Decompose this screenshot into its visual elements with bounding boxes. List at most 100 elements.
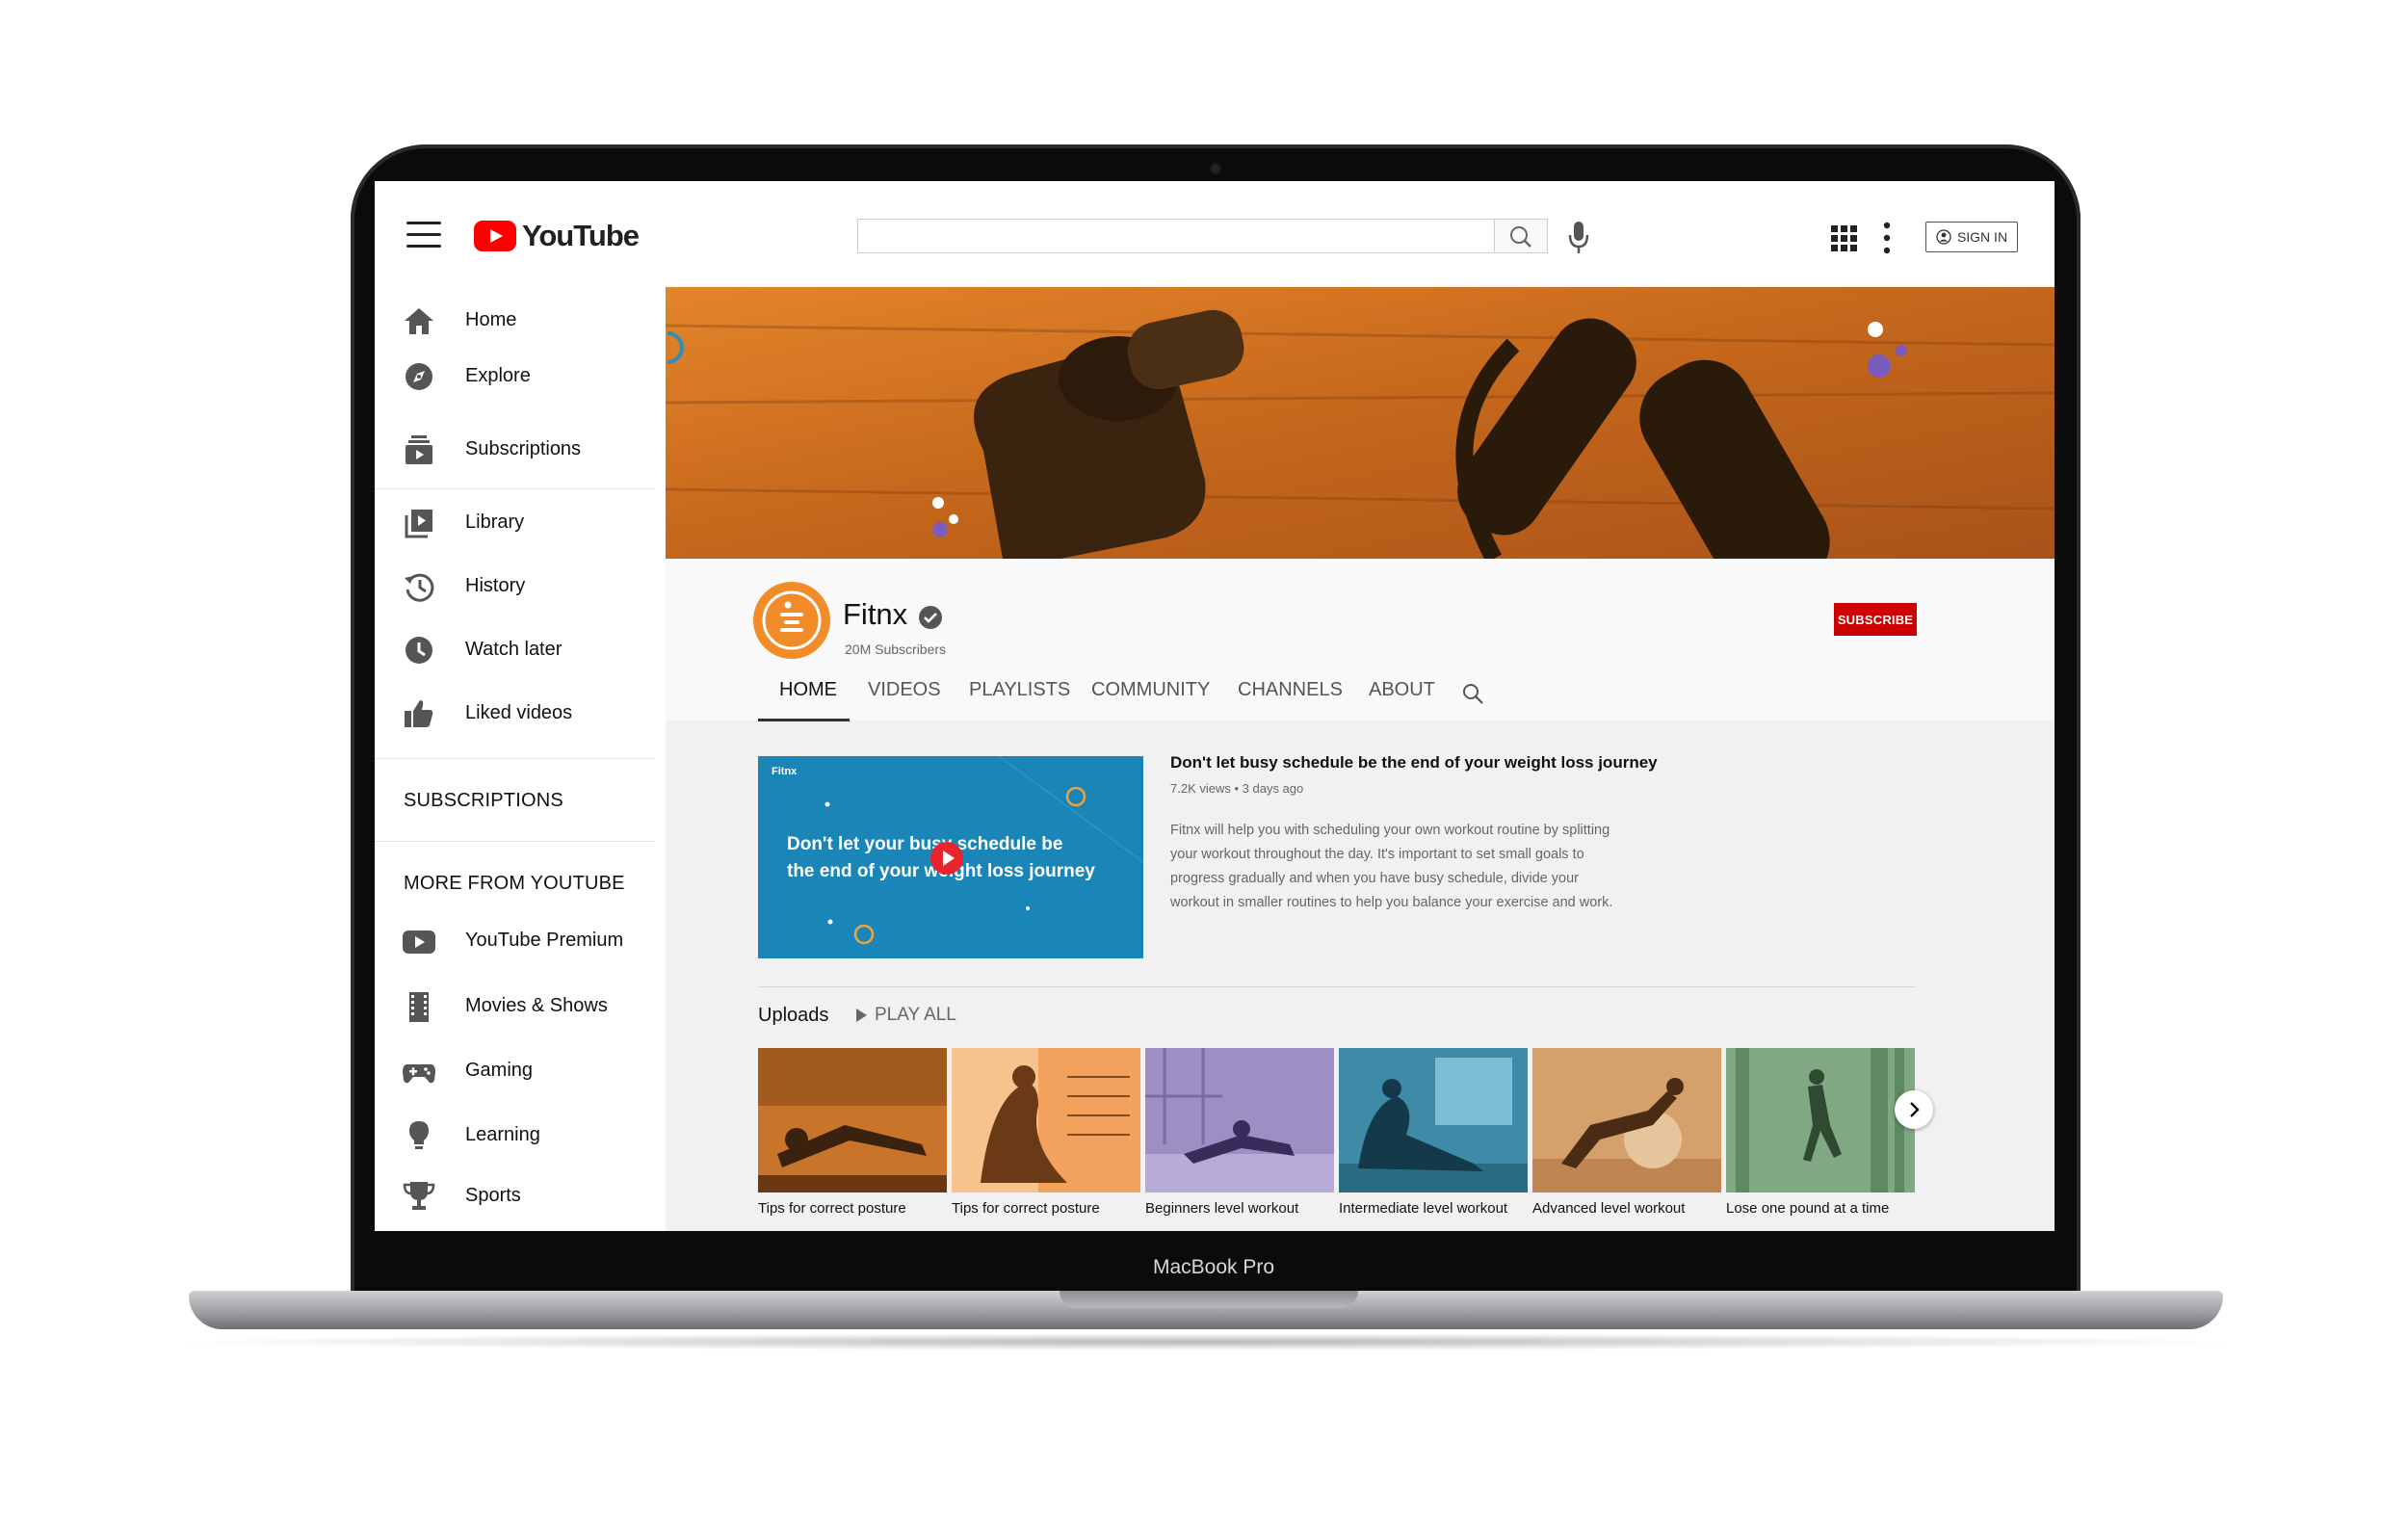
- sidebar-item-label: Subscriptions: [465, 438, 582, 459]
- video-title: Tips for correct posture: [758, 1200, 906, 1217]
- microphone-icon[interactable]: [1566, 220, 1591, 256]
- channel-banner: [666, 287, 2055, 559]
- sidebar-item-label: Watch later: [465, 639, 563, 660]
- compass-icon: [406, 363, 432, 390]
- tab-home[interactable]: HOME: [779, 679, 837, 701]
- youtube-logo[interactable]: YouTube: [474, 218, 640, 254]
- video-thumbnail: [952, 1048, 1140, 1192]
- video-card[interactable]: Beginners level workout: [1145, 1048, 1334, 1221]
- video-card[interactable]: Tips for correct posture: [758, 1048, 947, 1221]
- sidebar-item-subscriptions[interactable]: Subscriptions: [375, 424, 666, 476]
- history-icon: [405, 573, 434, 602]
- video-thumbnail: [758, 1048, 947, 1192]
- webcam: [1211, 164, 1220, 173]
- sidebar-item-label: Library: [465, 511, 525, 533]
- sidebar-item-label: Sports: [465, 1185, 521, 1206]
- carousel-next-button[interactable]: [1895, 1090, 1933, 1129]
- play-all-button[interactable]: PLAY ALL: [856, 1005, 956, 1026]
- play-icon: [856, 1009, 867, 1022]
- sidebar: Home Explore Subscriptions Library Histo…: [375, 287, 666, 1231]
- trophy-icon: [403, 1182, 435, 1210]
- laptop-shadow: [164, 1333, 2248, 1350]
- sign-in-label: SIGN IN: [1956, 229, 2008, 245]
- video-card[interactable]: Intermediate level workout: [1339, 1048, 1528, 1221]
- featured-video-description: Fitnx will help you with scheduling your…: [1170, 823, 1613, 910]
- sidebar-item-library[interactable]: Library: [375, 497, 666, 549]
- sidebar-item-movies-shows[interactable]: Movies & Shows: [375, 981, 666, 1033]
- clock-icon: [406, 637, 432, 664]
- video-thumbnail: [1145, 1048, 1334, 1192]
- tab-playlists[interactable]: PLAYLISTS: [969, 679, 1070, 701]
- masthead: YouTube SIGN IN: [375, 181, 2055, 287]
- sidebar-item-youtube-premium[interactable]: YouTube Premium: [375, 915, 666, 967]
- video-card[interactable]: Lose one pound at a time: [1726, 1048, 1915, 1221]
- laptop-base-notch: [1060, 1291, 1358, 1308]
- sidebar-item-label: Home: [465, 309, 517, 330]
- video-title: Intermediate level workout: [1339, 1200, 1508, 1217]
- more-from-youtube-title: MORE FROM YOUTUBE: [404, 873, 625, 894]
- logo-text: YouTube: [522, 219, 640, 252]
- sidebar-divider: [375, 841, 654, 842]
- channel-avatar[interactable]: [753, 582, 830, 659]
- library-icon: [405, 510, 432, 538]
- sidebar-item-label: Explore: [465, 365, 531, 386]
- tab-community[interactable]: COMMUNITY: [1091, 679, 1210, 701]
- channel-name: Fitnx: [843, 597, 908, 631]
- search-icon: [1510, 226, 1531, 248]
- video-card[interactable]: Tips for correct posture: [952, 1048, 1140, 1221]
- youtube-play-icon: [474, 221, 516, 251]
- video-title: Advanced level workout: [1532, 1200, 1686, 1217]
- search-input[interactable]: [857, 219, 1495, 253]
- sidebar-item-home[interactable]: Home: [375, 295, 666, 347]
- video-card[interactable]: Advanced level workout: [1532, 1048, 1721, 1221]
- sidebar-item-gaming[interactable]: Gaming: [375, 1045, 666, 1097]
- featured-video-thumbnail[interactable]: Fitnx Don't let your busy schedule be th…: [758, 756, 1143, 958]
- tab-about[interactable]: ABOUT: [1369, 679, 1435, 701]
- sidebar-item-sports[interactable]: Sports: [375, 1170, 666, 1222]
- screen: YouTube SIGN IN Home Explore Subscriptio…: [375, 181, 2055, 1231]
- channel-search-icon[interactable]: [1461, 682, 1484, 705]
- sidebar-item-label: Gaming: [465, 1060, 534, 1081]
- video-thumbnail: [1726, 1048, 1915, 1192]
- play-all-label: PLAY ALL: [875, 1005, 956, 1025]
- film-icon: [409, 992, 429, 1022]
- section-divider: [758, 986, 1916, 987]
- sidebar-item-learning[interactable]: Learning: [375, 1110, 666, 1162]
- sidebar-item-history[interactable]: History: [375, 561, 666, 613]
- sidebar-item-liked-videos[interactable]: Liked videos: [375, 688, 666, 740]
- subscriber-count: 20M Subscribers: [845, 642, 947, 657]
- subscriptions-section-title: SUBSCRIPTIONS: [404, 790, 563, 811]
- channel-page: Fitnx 20M Subscribers SUBSCRIBE HOME VID…: [666, 287, 2055, 1231]
- search-button[interactable]: [1494, 219, 1548, 253]
- subscriptions-icon: [406, 435, 432, 464]
- uploads-title[interactable]: Uploads: [758, 1005, 828, 1027]
- channel-header: Fitnx 20M Subscribers SUBSCRIBE HOME VID…: [666, 559, 2055, 721]
- sidebar-item-label: Liked videos: [465, 702, 573, 723]
- sidebar-item-label: YouTube Premium: [465, 930, 624, 951]
- verified-badge-icon: [919, 606, 942, 629]
- account-icon: [1936, 229, 1951, 245]
- sidebar-item-explore[interactable]: Explore: [375, 351, 666, 403]
- more-options-icon[interactable]: [1882, 222, 1892, 254]
- video-thumbnail: [1339, 1048, 1528, 1192]
- sidebar-item-watch-later[interactable]: Watch later: [375, 624, 666, 676]
- video-thumbnail: [1532, 1048, 1721, 1192]
- sidebar-item-label: History: [465, 575, 526, 596]
- play-button-icon[interactable]: [929, 841, 964, 876]
- chevron-right-icon: [1910, 1102, 1920, 1117]
- gamepad-icon: [403, 1064, 435, 1084]
- apps-grid-icon[interactable]: [1831, 225, 1858, 252]
- tab-channels[interactable]: CHANNELS: [1238, 679, 1343, 701]
- sidebar-item-label: Learning: [465, 1124, 540, 1145]
- hamburger-menu-icon[interactable]: [406, 222, 441, 249]
- home-icon: [405, 308, 433, 334]
- sidebar-divider: [375, 488, 654, 489]
- subscribe-button[interactable]: SUBSCRIBE: [1834, 603, 1917, 636]
- youtube-premium-icon: [403, 930, 435, 954]
- thumbs-up-icon: [405, 700, 433, 727]
- lightbulb-icon: [409, 1121, 429, 1149]
- tab-videos[interactable]: VIDEOS: [868, 679, 941, 701]
- sign-in-button[interactable]: SIGN IN: [1925, 222, 2018, 252]
- featured-video-title[interactable]: Don't let busy schedule be the end of yo…: [1170, 753, 1658, 773]
- sidebar-divider: [375, 758, 654, 759]
